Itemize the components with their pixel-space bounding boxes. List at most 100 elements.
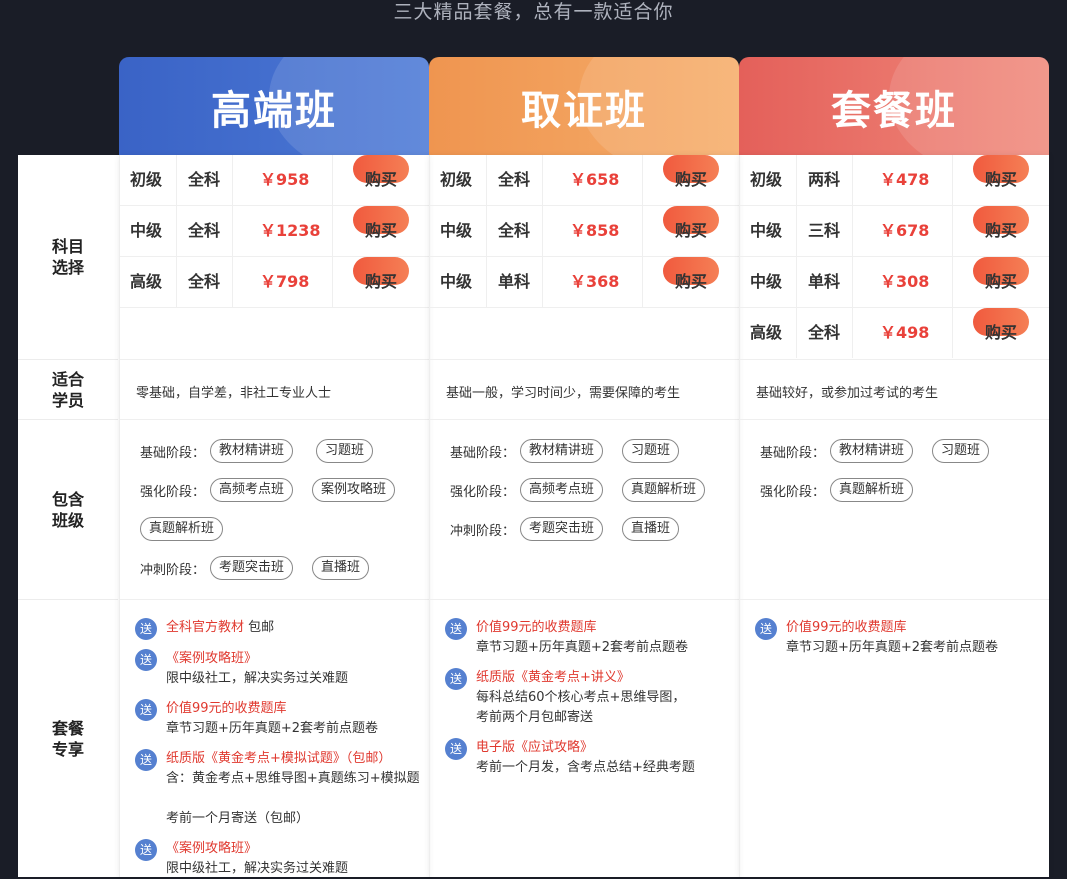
plan-title: 高端班: [211, 88, 337, 134]
row-label-subjects: 科目 选择: [18, 155, 118, 360]
audience-cell: 基础一般，学习时间少，需要保障的考生: [430, 360, 739, 420]
subject-label: 单科: [498, 272, 531, 291]
audience-text: 基础较好，或参加过考试的考生: [756, 386, 939, 401]
subject-label: 全科: [808, 323, 841, 342]
subject-label: 单科: [808, 272, 841, 291]
class-pill: 真题解析班: [622, 478, 706, 502]
price-row: 中级 全科 ￥1238 购买: [120, 206, 429, 257]
price-row: 初级 全科 ￥658 购买: [430, 155, 739, 206]
gift-badge: 送: [135, 699, 157, 721]
gift-title: 纸质版《黄金考点+模拟试题》（包邮）: [166, 751, 392, 766]
gift-desc: 限中级社工，解决实务过关难题: [166, 861, 349, 876]
subject-label: 全科: [188, 170, 221, 189]
level-label: 中级: [750, 221, 783, 240]
level-label: 高级: [130, 272, 163, 291]
buy-button[interactable]: 购买: [973, 155, 1029, 189]
classes-cell: 基础阶段： 教材精讲班 习题班 强化阶段： 真题解析班: [740, 420, 1049, 600]
plan-column-premium: 初级 全科 ￥958 购买 中级 全科 ￥1238 购买 高级 全科 ￥798 …: [119, 155, 429, 877]
price-value: ￥858: [570, 221, 620, 240]
level-label: 中级: [750, 272, 783, 291]
gift-badge: 送: [135, 839, 157, 861]
subject-label: 两科: [808, 170, 841, 189]
perks-cell: 送 价值99元的收费题库 章节习题+历年真题+2套考前点题卷: [740, 600, 1049, 877]
level-label: 初级: [750, 170, 783, 189]
gift-desc: 考前两个月包邮寄送: [476, 710, 594, 725]
buy-button[interactable]: 购买: [353, 155, 409, 189]
price-row: 中级 单科 ￥368 购买: [430, 257, 739, 308]
gift-desc: 考前一个月发，含考点总结+经典考题: [476, 760, 695, 775]
level-label: 高级: [750, 323, 783, 342]
buy-button[interactable]: 购买: [973, 206, 1029, 240]
price-spacer: [430, 308, 739, 360]
gift-title: 价值99元的收费题库: [166, 701, 287, 716]
gift-desc: 章节习题+历年真题+2套考前点题卷: [786, 640, 999, 655]
stage-label: 冲刺阶段：: [450, 524, 516, 539]
level-label: 中级: [130, 221, 163, 240]
class-pill: 考题突击班: [520, 517, 604, 541]
gift-badge: 送: [445, 618, 467, 640]
class-pill: 真题解析班: [140, 517, 224, 541]
audience-text: 基础一般，学习时间少，需要保障的考生: [446, 386, 681, 401]
subject-label: 全科: [498, 170, 531, 189]
gift-title: 全科官方教材 包邮: [166, 620, 275, 635]
gift-badge: 送: [135, 749, 157, 771]
buy-button[interactable]: 购买: [663, 206, 719, 240]
subject-label: 全科: [188, 221, 221, 240]
gift-badge: 送: [755, 618, 777, 640]
stage-label: 强化阶段：: [760, 485, 826, 500]
perks-cell: 送 价值99元的收费题库 章节习题+历年真题+2套考前点题卷 送 纸质版《黄金考…: [430, 600, 739, 877]
price-row: 中级 三科 ￥678 购买: [740, 206, 1049, 257]
gift-title: 纸质版《黄金考点+讲义》: [476, 670, 630, 685]
price-value: ￥658: [570, 170, 620, 189]
stage-label: 强化阶段：: [140, 485, 206, 500]
subject-label: 全科: [498, 221, 531, 240]
price-row: 中级 全科 ￥858 购买: [430, 206, 739, 257]
class-pill: 真题解析班: [830, 478, 914, 502]
plan-title: 套餐班: [831, 88, 957, 134]
level-label: 初级: [130, 170, 163, 189]
price-spacer: [120, 308, 429, 360]
row-label-audience: 适合 学员: [18, 360, 118, 420]
row-label-column: 科目 选择 适合 学员 包含 班级 套餐 专享: [18, 155, 118, 877]
stage-label: 基础阶段：: [450, 446, 516, 461]
class-pill: 直播班: [312, 556, 370, 580]
price-row: 中级 单科 ￥308 购买: [740, 257, 1049, 308]
row-label-classes: 包含 班级: [18, 420, 118, 600]
plan-header-bundle: 套餐班: [739, 57, 1049, 157]
gift-badge: 送: [135, 649, 157, 671]
audience-text: 零基础，自学差，非社工专业人士: [136, 386, 332, 401]
class-pill: 直播班: [622, 517, 680, 541]
plan-header-certificate: 取证班: [429, 57, 739, 157]
gift-desc: 含：黄金考点+思维导图+真题练习+模拟题: [166, 771, 420, 786]
price-value: ￥308: [880, 272, 930, 291]
buy-button[interactable]: 购买: [973, 308, 1029, 342]
stage-label: 基础阶段：: [760, 446, 826, 461]
price-row: 初级 两科 ￥478 购买: [740, 155, 1049, 206]
buy-button[interactable]: 购买: [973, 257, 1029, 291]
gift-desc: 限中级社工，解决实务过关难题: [166, 671, 349, 686]
subject-label: 三科: [808, 221, 841, 240]
audience-cell: 基础较好，或参加过考试的考生: [740, 360, 1049, 420]
class-pill: 案例攻略班: [312, 478, 396, 502]
price-value: ￥478: [880, 170, 930, 189]
level-label: 初级: [440, 170, 473, 189]
buy-button[interactable]: 购买: [663, 257, 719, 291]
level-label: 中级: [440, 221, 473, 240]
perks-cell: 送 全科官方教材 包邮 送 《案例攻略班》 限中级社工，解决实务过关难题 送 价…: [120, 600, 429, 877]
price-value: ￥1238: [260, 221, 321, 240]
audience-cell: 零基础，自学差，非社工专业人士: [120, 360, 429, 420]
price-row: 高级 全科 ￥798 购买: [120, 257, 429, 308]
price-value: ￥958: [260, 170, 310, 189]
gift-title: 《案例攻略班》: [166, 651, 258, 666]
class-pill: 高频考点班: [520, 478, 604, 502]
class-pill: 习题班: [316, 439, 374, 463]
price-value: ￥498: [880, 323, 930, 342]
buy-button[interactable]: 购买: [353, 206, 409, 240]
buy-button[interactable]: 购买: [353, 257, 409, 291]
plan-column-bundle: 初级 两科 ￥478 购买 中级 三科 ￥678 购买 中级 单科 ￥308 购…: [739, 155, 1049, 877]
gift-title: 价值99元的收费题库: [786, 620, 907, 635]
gift-badge: 送: [135, 618, 157, 640]
stage-label: 强化阶段：: [450, 485, 516, 500]
buy-button[interactable]: 购买: [663, 155, 719, 189]
gift-desc: 考前一个月寄送（包邮）: [166, 811, 310, 826]
